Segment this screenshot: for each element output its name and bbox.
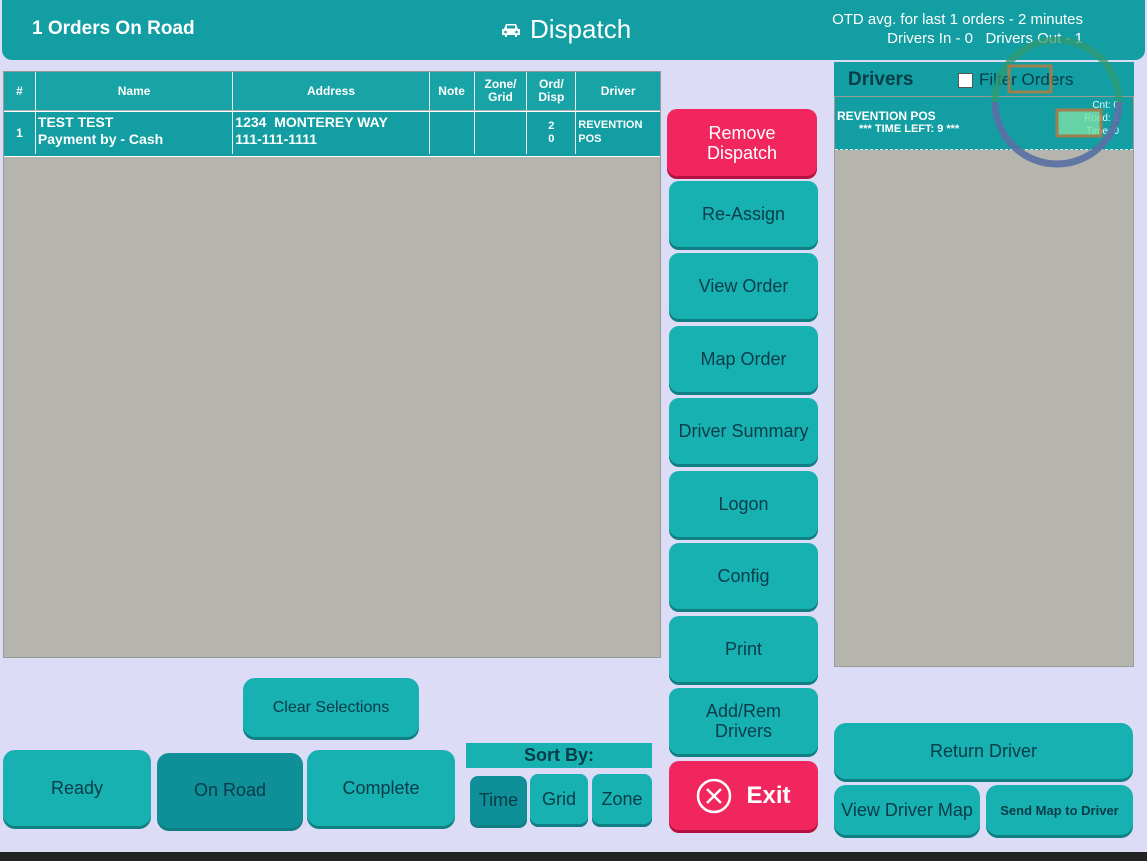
driver-name: REVENTION POS	[837, 109, 936, 123]
column-header-address[interactable]: Address	[233, 72, 430, 110]
clear-selections-button[interactable]: Clear Selections	[243, 678, 419, 737]
logon-button[interactable]: Logon	[669, 471, 818, 537]
list-item[interactable]: REVENTION POS *** TIME LEFT: 9 *** Cnt: …	[835, 97, 1133, 150]
view-order-button[interactable]: View Order	[669, 253, 818, 319]
table-row[interactable]: 1 TEST TEST Payment by - Cash 1234 MONTE…	[4, 111, 660, 157]
add-rem-drivers-button[interactable]: Add/Rem Drivers	[669, 688, 818, 754]
view-driver-map-button[interactable]: View Driver Map	[834, 785, 980, 835]
order-ord-disp: 2 0	[527, 112, 577, 154]
customer-name: TEST TEST	[37, 114, 114, 130]
orders-table: # Name Address Note Zone/ Grid Ord/ Disp…	[3, 71, 661, 658]
disp-count: 0	[548, 133, 555, 145]
column-header-note[interactable]: Note	[430, 72, 475, 110]
exit-label: Exit	[746, 781, 791, 809]
ord-count: 2	[548, 120, 555, 132]
ready-button[interactable]: Ready	[3, 750, 151, 826]
phone-number: 111-111-1111	[235, 131, 318, 147]
driver-time: Time: 0	[1086, 126, 1119, 137]
filter-orders-toggle[interactable]: Filter Orders	[958, 70, 1073, 90]
sort-by-label: Sort By:	[466, 743, 652, 768]
page-title: Dispatch	[530, 14, 632, 44]
drivers-list: REVENTION POS *** TIME LEFT: 9 *** Cnt: …	[834, 96, 1134, 667]
page-title-group: Dispatch	[500, 14, 631, 45]
car-icon	[502, 23, 520, 37]
driver-time-left: *** TIME LEFT: 9 ***	[859, 123, 960, 135]
taskbar-strip	[0, 852, 1147, 861]
orders-on-road-count: 1 Orders On Road	[32, 18, 195, 39]
otd-stats: OTD avg. for last 1 orders - 2 minutes D…	[832, 10, 1083, 48]
driver-name-line2: POS	[578, 133, 602, 145]
column-header-ord-disp[interactable]: Ord/ Disp	[527, 72, 577, 110]
send-map-to-driver-button[interactable]: Send Map to Driver	[986, 785, 1133, 835]
driver-summary-button[interactable]: Driver Summary	[669, 398, 818, 464]
header-bar: 1 Orders On Road Dispatch OTD avg. for l…	[2, 0, 1145, 60]
drivers-title: Drivers	[848, 69, 914, 90]
filter-orders-checkbox[interactable]	[958, 72, 973, 88]
order-number: 1	[4, 112, 36, 154]
driver-name-line1: REVENTION	[578, 119, 643, 131]
config-button[interactable]: Config	[669, 543, 818, 609]
column-header-driver[interactable]: Driver	[576, 72, 660, 110]
print-button[interactable]: Print	[669, 616, 818, 682]
sort-grid-button[interactable]: Grid	[530, 774, 588, 824]
close-circle-icon	[697, 778, 732, 813]
reassign-button[interactable]: Re-Assign	[669, 181, 818, 247]
drivers-in-out: Drivers In - 0 Drivers Out - 1	[887, 30, 1083, 47]
remove-dispatch-button[interactable]: Remove Dispatch	[667, 109, 817, 176]
orders-table-header: # Name Address Note Zone/ Grid Ord/ Disp…	[4, 72, 660, 110]
order-zone-grid	[475, 112, 528, 154]
street-address: 1234 MONTEREY WAY	[235, 114, 388, 130]
otd-average: OTD avg. for last 1 orders - 2 minutes	[832, 11, 1083, 28]
order-driver: REVENTION POS	[576, 112, 660, 154]
driver-road: Road: 1	[1083, 113, 1119, 124]
return-driver-button[interactable]: Return Driver	[834, 723, 1133, 779]
sort-zone-button[interactable]: Zone	[592, 774, 652, 824]
filter-orders-label: Filter Orders	[979, 70, 1074, 89]
drivers-panel-header: Drivers Filter Orders	[834, 62, 1134, 96]
exit-button[interactable]: Exit	[669, 761, 818, 830]
column-header-zone-grid[interactable]: Zone/ Grid	[475, 72, 528, 110]
payment-method: Payment by - Cash	[37, 131, 164, 147]
order-customer: TEST TEST Payment by - Cash	[36, 112, 234, 154]
driver-cnt: Cnt: 0	[1092, 100, 1119, 111]
on-road-button[interactable]: On Road	[157, 753, 303, 828]
complete-button[interactable]: Complete	[307, 750, 455, 826]
column-header-number[interactable]: #	[4, 72, 36, 110]
order-address: 1234 MONTEREY WAY 111-111-1111	[233, 112, 430, 154]
sort-time-button[interactable]: Time	[470, 776, 527, 825]
map-order-button[interactable]: Map Order	[669, 326, 818, 392]
column-header-name[interactable]: Name	[36, 72, 234, 110]
order-note	[430, 112, 475, 154]
